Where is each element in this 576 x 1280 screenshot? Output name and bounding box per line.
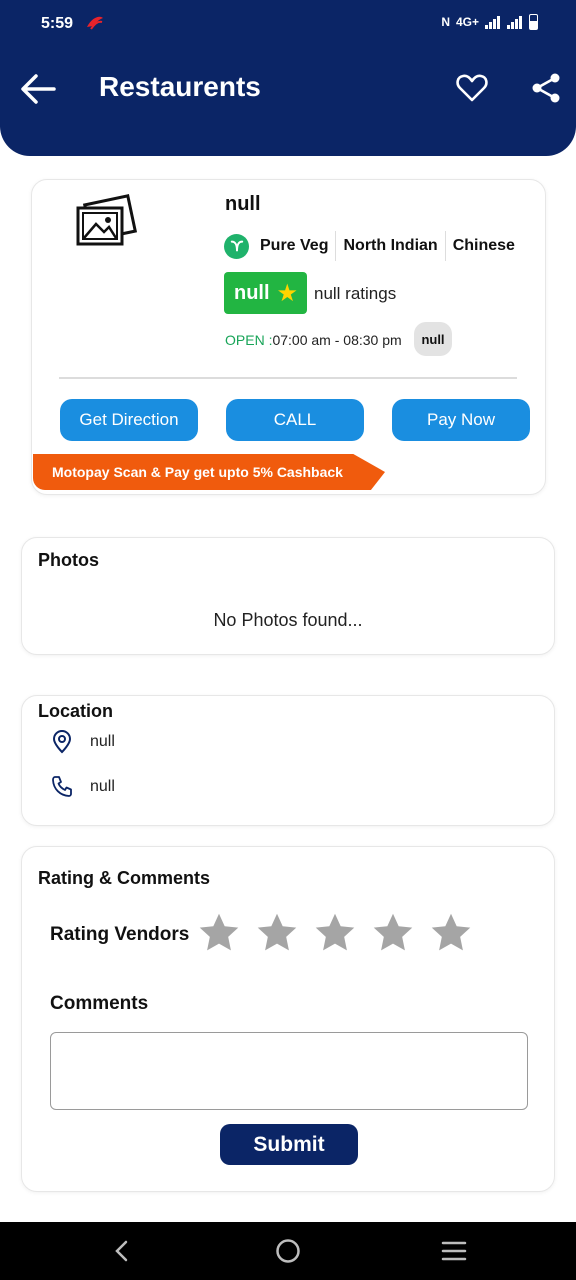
image-placeholder-icon	[76, 194, 138, 246]
get-direction-button[interactable]: Get Direction	[60, 399, 198, 441]
rating-star-3[interactable]	[313, 911, 357, 955]
call-button[interactable]: CALL	[226, 399, 364, 441]
status-bar: 5:59 N 4G+	[0, 0, 576, 50]
share-icon[interactable]	[530, 72, 562, 104]
veg-leaf-icon	[224, 233, 249, 259]
photos-title: Photos	[38, 550, 99, 570]
rating-count: null ratings	[314, 284, 397, 303]
app-header: 5:59 N 4G+ Restaurents	[0, 0, 576, 156]
rating-star-4[interactable]	[371, 911, 415, 955]
comments-label: Comments	[50, 993, 149, 1014]
nav-menu-icon[interactable]	[441, 1240, 467, 1262]
open-status: OPEN :	[225, 332, 273, 348]
nfc-icon: N	[441, 15, 450, 29]
nav-home-icon[interactable]	[275, 1238, 301, 1264]
signal-icon	[485, 15, 501, 29]
cashback-promo-banner[interactable]: Motopay Scan & Pay get upto 5% Cashback	[33, 454, 385, 490]
rating-comments-title: Rating & Comments	[38, 868, 211, 888]
rating-star-1[interactable]	[197, 911, 241, 955]
pay-now-button[interactable]: Pay Now	[392, 399, 530, 441]
comments-input[interactable]	[50, 1032, 528, 1110]
hours-text: 07:00 am - 08:30 pm	[272, 332, 402, 348]
signal-icon-2	[507, 15, 523, 29]
location-card: Location null null	[21, 695, 555, 826]
star-icon: ★	[276, 279, 299, 307]
status-indicators: N 4G+	[441, 14, 538, 30]
rating-star-5[interactable]	[429, 911, 473, 955]
location-title: Location	[38, 701, 113, 721]
system-nav-bar	[0, 1222, 576, 1280]
back-arrow-icon[interactable]	[20, 72, 56, 106]
divider	[59, 377, 517, 379]
rating-comments-card: Rating & Comments Rating Vendors Comment…	[21, 846, 555, 1192]
tag-north-indian: North Indian	[343, 237, 438, 254]
address-text: null	[90, 733, 115, 750]
phone-row	[50, 775, 74, 799]
rating-vendors-label: Rating Vendors	[50, 924, 190, 945]
heart-icon[interactable]	[456, 72, 488, 104]
address-row	[50, 730, 74, 754]
no-photos-message: No Photos found...	[213, 610, 363, 630]
phone-text[interactable]: null	[90, 778, 115, 796]
submit-button[interactable]: Submit	[220, 1124, 358, 1165]
network-label: 4G+	[455, 15, 479, 29]
rating-value: null	[234, 281, 270, 304]
status-chip: null	[414, 322, 452, 356]
page-title: Restaurents	[99, 71, 261, 102]
opening-hours: OPEN :07:00 am - 08:30 pm	[225, 332, 402, 348]
restaurant-info-card: null Pure Veg North Indian Chinese null …	[31, 179, 546, 495]
restaurant-name: null	[225, 193, 261, 215]
rating-badge: null ★	[224, 272, 307, 314]
status-time: 5:59	[41, 15, 74, 32]
location-pin-icon	[52, 730, 72, 754]
carrier-icon	[87, 16, 103, 30]
photos-card: Photos No Photos found...	[21, 537, 555, 655]
tag-chinese: Chinese	[452, 237, 515, 254]
rating-stars[interactable]	[197, 911, 473, 955]
rating-star-2[interactable]	[255, 911, 299, 955]
restaurant-tags: Pure Veg North Indian Chinese	[224, 231, 522, 261]
tag-pure-veg: Pure Veg	[260, 237, 329, 254]
battery-icon	[529, 14, 538, 30]
nav-back-icon[interactable]	[110, 1239, 134, 1263]
phone-icon[interactable]	[50, 775, 74, 799]
